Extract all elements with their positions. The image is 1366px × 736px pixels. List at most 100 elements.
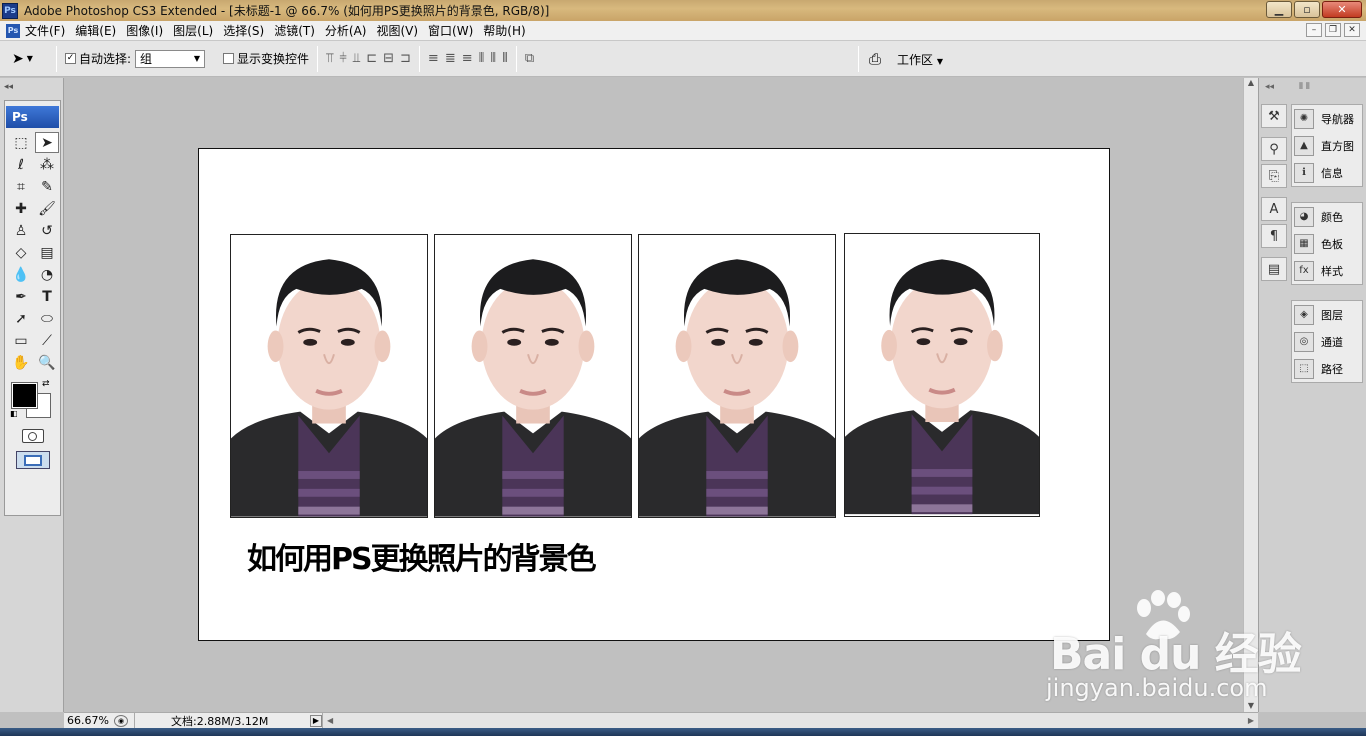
auto-select-dropdown[interactable]: 组 ▼: [135, 49, 206, 68]
panel-channels[interactable]: ◎ 通道: [1292, 328, 1362, 355]
panel-navigator[interactable]: ✺ 导航器: [1292, 105, 1362, 132]
slice-tool-icon[interactable]: ✎: [35, 176, 59, 197]
id-photo-2[interactable]: [434, 234, 632, 518]
dodge-tool-icon[interactable]: ◔: [35, 264, 59, 285]
panel-styles[interactable]: fx 样式: [1292, 257, 1362, 284]
menu-filter[interactable]: 滤镜(T): [269, 22, 320, 39]
marquee-tool-icon[interactable]: ⬚: [9, 132, 33, 153]
magic-wand-tool-icon[interactable]: ⁂: [35, 154, 59, 175]
type-tool-icon[interactable]: T: [35, 286, 59, 307]
panel-label: 样式: [1321, 264, 1343, 278]
crop-tool-icon[interactable]: ⌗: [9, 176, 33, 197]
maximize-button[interactable]: ▫: [1294, 1, 1320, 18]
menu-file[interactable]: 文件(F): [20, 22, 70, 39]
menu-window[interactable]: 窗口(W): [423, 22, 478, 39]
panel-swatches[interactable]: ▦ 色板: [1292, 230, 1362, 257]
default-colors-icon[interactable]: ◧: [10, 409, 18, 418]
scroll-right-icon[interactable]: ▶: [1248, 716, 1254, 725]
id-photo-4[interactable]: [844, 233, 1040, 517]
scroll-left-icon[interactable]: ◀: [327, 716, 333, 725]
auto-align-layers-button[interactable]: ⧉: [525, 51, 534, 66]
healing-brush-tool-icon[interactable]: ✚: [9, 198, 33, 219]
panel-color[interactable]: ◕ 颜色: [1292, 203, 1362, 230]
workspace-menu-button[interactable]: 工作区 ▼: [897, 51, 943, 68]
scroll-up-icon[interactable]: ▲: [1244, 78, 1258, 87]
panel-histogram[interactable]: ▲ 直方图: [1292, 132, 1362, 159]
panel-label: 导航器: [1321, 112, 1354, 126]
scroll-down-icon[interactable]: ▼: [1244, 701, 1258, 710]
vertical-scrollbar[interactable]: ▲ ▼: [1243, 78, 1258, 712]
menu-analysis[interactable]: 分析(A): [320, 22, 372, 39]
brush-tool-icon[interactable]: 🖌: [35, 198, 59, 219]
panel-info[interactable]: ℹ 信息: [1292, 159, 1362, 186]
dock-grip-icon[interactable]: ⦀ ⦀: [1299, 82, 1310, 92]
gradient-tool-icon[interactable]: ▤: [35, 242, 59, 263]
horizontal-scrollbar[interactable]: ◀ ▶: [322, 713, 1258, 728]
bridge-icon[interactable]: ⎙: [869, 50, 881, 68]
status-info-icon[interactable]: ◉: [114, 714, 128, 727]
layer-comps-icon[interactable]: ▤: [1261, 257, 1287, 281]
distribute-left-icon[interactable]: ⦀: [479, 51, 485, 66]
panel-paths[interactable]: ⬚ 路径: [1292, 355, 1362, 382]
lasso-tool-icon[interactable]: ℓ: [9, 154, 33, 175]
id-photo-3[interactable]: [638, 234, 836, 518]
align-vcenter-icon[interactable]: ⫩: [339, 51, 346, 66]
doc-close-button[interactable]: ✕: [1344, 23, 1360, 37]
foreground-color-swatch[interactable]: [11, 382, 38, 409]
menu-select[interactable]: 选择(S): [218, 22, 269, 39]
collapse-arrows-icon[interactable]: ◂◂: [4, 82, 13, 92]
move-tool-preset-picker[interactable]: ➤ ▼: [12, 51, 48, 67]
canvas-caption-text[interactable]: 如何用PS更换照片的背景色: [247, 534, 597, 578]
distribute-vcenter-icon[interactable]: ≣: [445, 51, 456, 66]
quick-mask-button[interactable]: [21, 429, 44, 443]
clone-stamp-tool-icon[interactable]: ♙: [9, 220, 33, 241]
menu-layer[interactable]: 图层(L): [168, 22, 218, 39]
distribute-bottom-icon[interactable]: ≡: [462, 51, 473, 66]
brushes-icon[interactable]: ⚲: [1261, 137, 1287, 161]
swap-colors-icon[interactable]: ⇄: [42, 379, 50, 389]
align-right-icon[interactable]: ⊐: [400, 51, 411, 66]
tool-presets-icon[interactable]: ⚒: [1261, 104, 1287, 128]
minimize-button[interactable]: ▁: [1266, 1, 1292, 18]
tools-panel-dock: ◂◂ Ps ⬚ ➤ ℓ ⁂ ⌗ ✎ ✚ 🖌 ♙ ↺ ◇ ▤ 💧 ◔ ✒ T ➚ …: [0, 78, 64, 712]
close-button[interactable]: ✕: [1322, 1, 1362, 18]
path-selection-tool-icon[interactable]: ➚: [9, 308, 33, 329]
menu-image[interactable]: 图像(I): [121, 22, 168, 39]
history-brush-tool-icon[interactable]: ↺: [35, 220, 59, 241]
show-transform-checkbox[interactable]: [223, 53, 235, 64]
align-top-icon[interactable]: ⫪: [326, 51, 333, 66]
status-menu-arrow-icon[interactable]: ▶: [310, 714, 322, 727]
panel-group-navigator: ✺ 导航器 ▲ 直方图 ℹ 信息: [1291, 104, 1363, 187]
document-menu-icon[interactable]: Ps: [6, 23, 20, 38]
menu-help[interactable]: 帮助(H): [478, 22, 530, 39]
doc-restore-button[interactable]: ❐: [1325, 23, 1341, 37]
ellipse-tool-icon[interactable]: ⬭: [35, 308, 59, 329]
align-bottom-icon[interactable]: ⫫: [353, 51, 360, 66]
move-tool-icon[interactable]: ➤: [35, 132, 59, 153]
menu-view[interactable]: 视图(V): [371, 22, 423, 39]
distribute-hcenter-icon[interactable]: ⦀: [490, 51, 496, 66]
distribute-right-icon[interactable]: ⦀: [502, 51, 508, 66]
clone-source-icon[interactable]: ⎘: [1261, 164, 1287, 188]
zoom-tool-icon[interactable]: 🔍: [35, 352, 59, 373]
pen-tool-icon[interactable]: ✒: [9, 286, 33, 307]
blur-tool-icon[interactable]: 💧: [9, 264, 33, 285]
auto-select-checkbox[interactable]: ✓: [65, 53, 76, 64]
eyedropper-tool-icon[interactable]: ⟋: [35, 330, 59, 351]
id-photo-1[interactable]: [230, 234, 428, 518]
panel-layers[interactable]: ◈ 图层: [1292, 301, 1362, 328]
dock-grip-icon[interactable]: ◂◂: [1265, 82, 1274, 92]
zoom-level[interactable]: 66.67%: [64, 714, 114, 727]
histogram-icon: ▲: [1294, 135, 1314, 156]
paragraph-icon[interactable]: ¶: [1261, 224, 1287, 248]
character-icon[interactable]: A: [1261, 197, 1287, 221]
notes-tool-icon[interactable]: ▭: [9, 330, 33, 351]
menu-edit[interactable]: 编辑(E): [70, 22, 121, 39]
align-hcenter-icon[interactable]: ⊟: [383, 51, 394, 66]
distribute-top-icon[interactable]: ≡: [428, 51, 439, 66]
align-left-icon[interactable]: ⊏: [366, 51, 377, 66]
screen-mode-button[interactable]: [15, 451, 50, 469]
hand-tool-icon[interactable]: ✋: [9, 352, 33, 373]
doc-minimize-button[interactable]: –: [1306, 23, 1322, 37]
eraser-tool-icon[interactable]: ◇: [9, 242, 33, 263]
